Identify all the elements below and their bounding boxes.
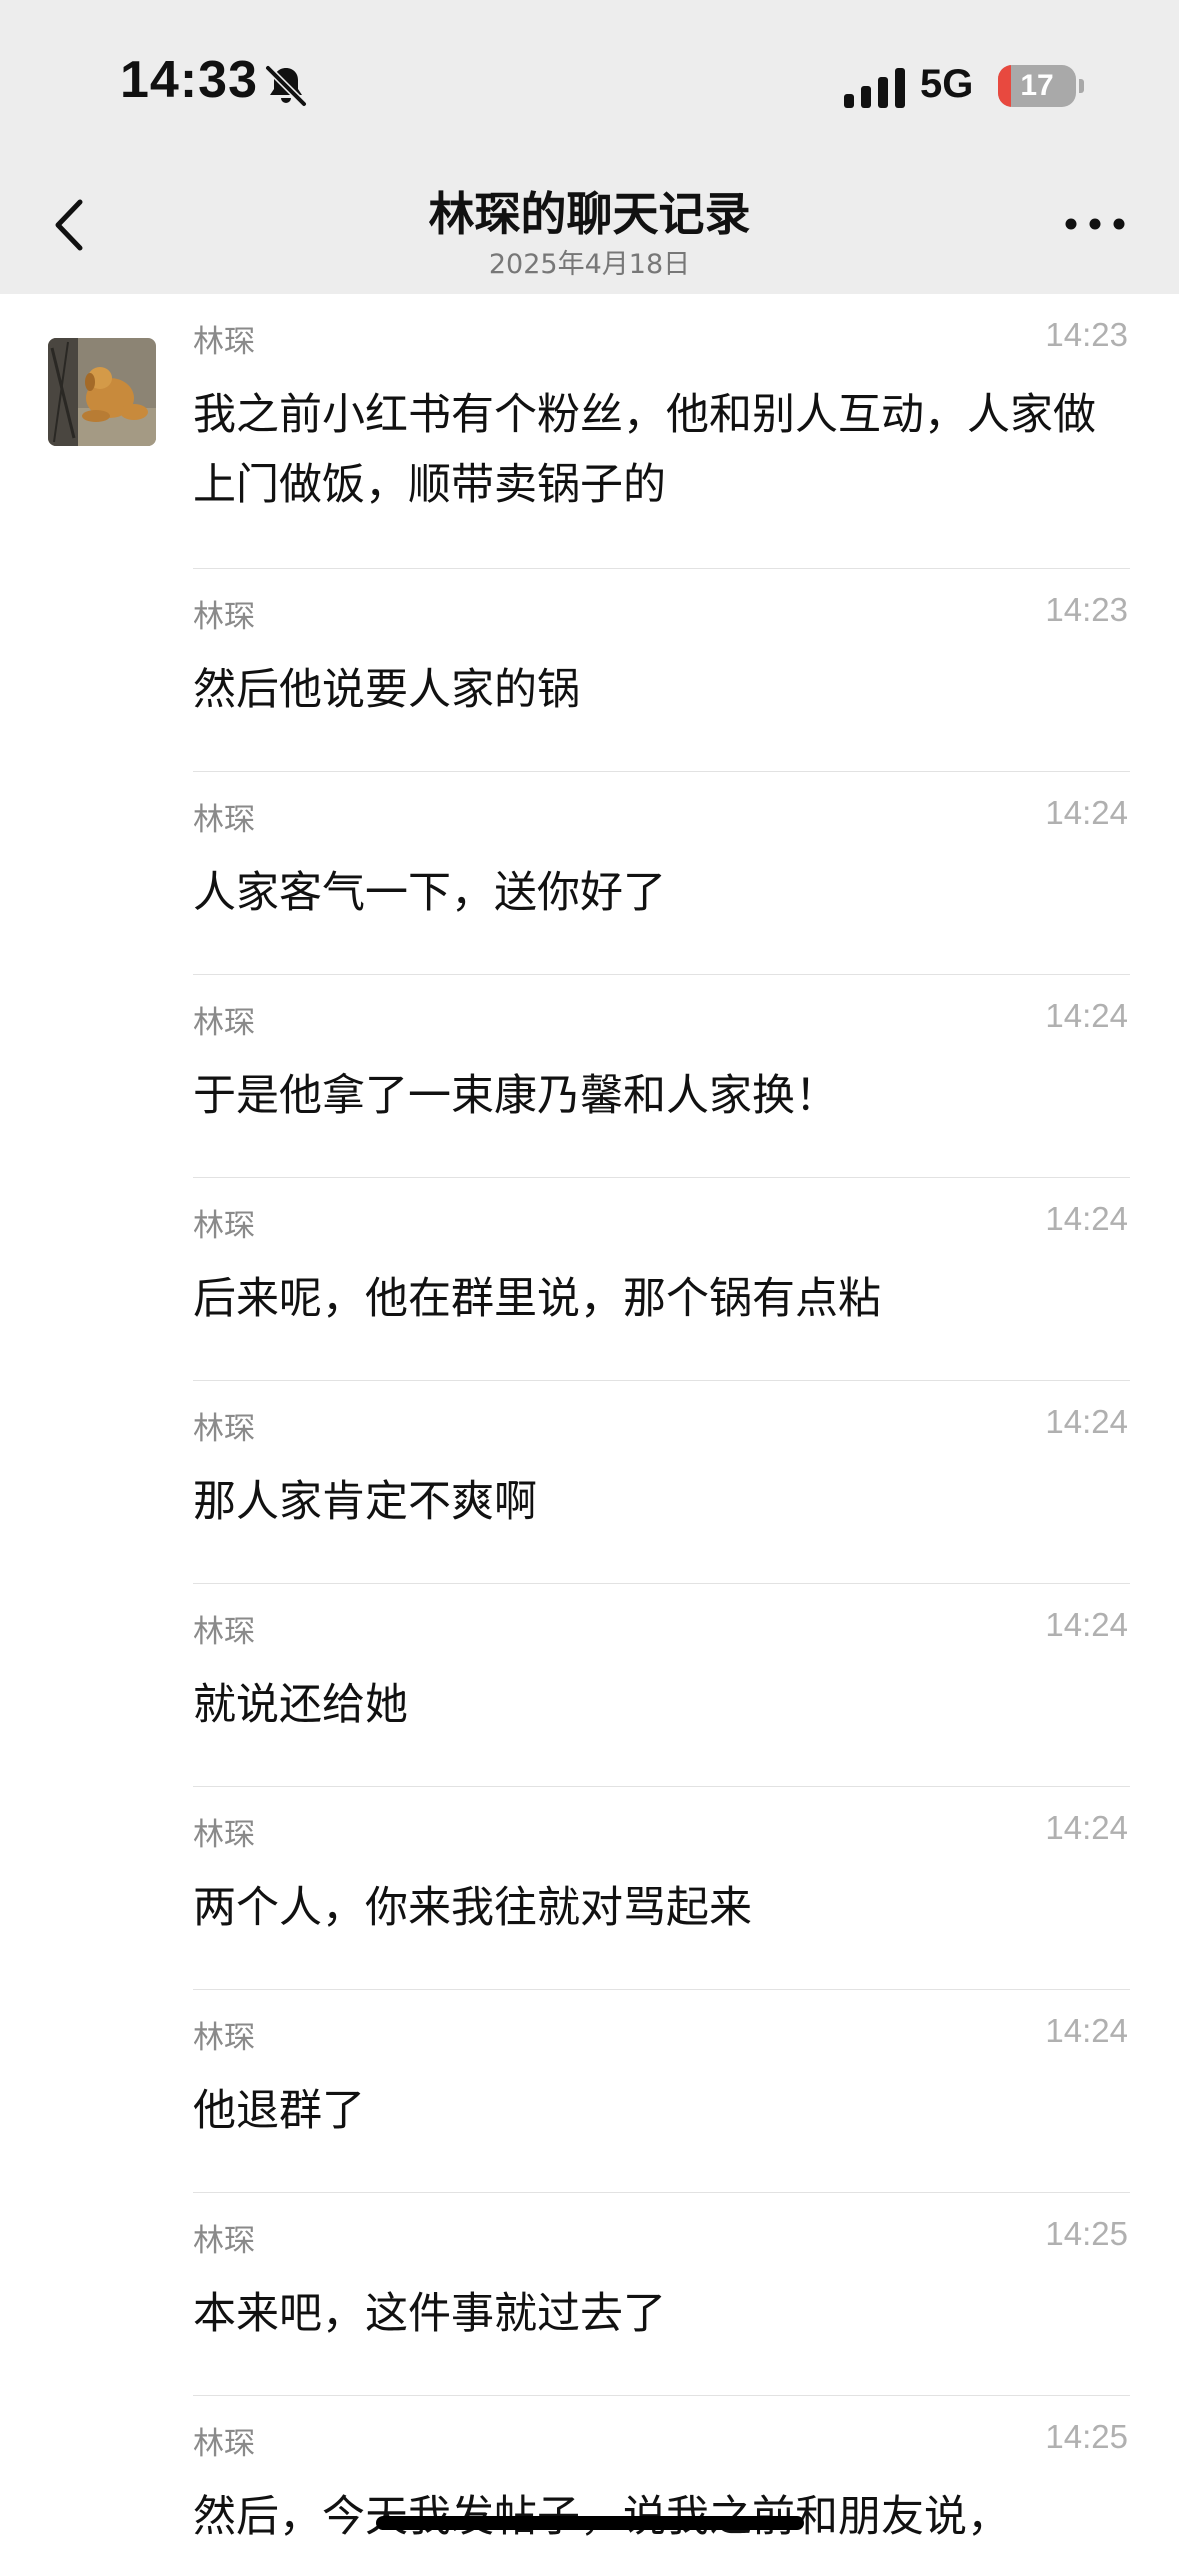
page-title: 林琛的聊天记录 [428, 187, 751, 241]
chat-message[interactable]: 林琛14:25然后，今天我发帖子，说我之前和朋友说， [193, 2396, 1130, 2556]
battery-cap [1079, 79, 1084, 93]
chat-message[interactable]: 林琛 14:24 后来呢，他在群里说，那个锅有点粘 [193, 1178, 1130, 1381]
chat-message[interactable]: 林琛 14:23 然后他说要人家的锅 [193, 569, 1130, 772]
message-text: 我之前小红书有个粉丝，他和别人互动，人家做上门做饭，顺带卖锅子的 [193, 390, 1096, 510]
cellular-signal-icon [844, 68, 905, 108]
message-time: 14:24 [1045, 997, 1128, 1034]
message-text: 两个人，你来我往就对骂起来 [193, 1883, 752, 1933]
message-text: 那人家肯定不爽啊 [193, 1477, 537, 1527]
message-sender: 林琛 [193, 2426, 255, 2462]
message-text: 人家客气一下，送你好了 [193, 868, 666, 918]
dog-photo-avatar [48, 338, 156, 446]
message-time: 14:24 [1045, 1606, 1128, 1643]
message-text: 他退群了 [193, 2086, 365, 2136]
message-sender: 林琛 [193, 2020, 255, 2056]
message-sender: 林琛 [193, 324, 255, 360]
message-sender: 林琛 [193, 599, 255, 635]
battery-indicator: 17 [998, 65, 1076, 107]
more-dots-icon[interactable] [1060, 204, 1130, 244]
battery-level: 17 [1020, 69, 1054, 102]
message-text: 于是他拿了一束康乃馨和人家换！ [193, 1071, 838, 1121]
bell-slash-icon [264, 64, 308, 108]
status-bar: 14:33 5G 17 [0, 0, 1179, 160]
page-subtitle-date: 2025年4月18日 [488, 249, 691, 280]
message-sender: 林琛 [193, 1817, 255, 1853]
message-sender: 林琛 [193, 802, 255, 838]
network-type: 5G [920, 62, 974, 106]
message-sender: 林琛 [193, 1208, 255, 1244]
chat-record-list[interactable]: 林琛 14:23 我之前小红书有个粉丝，他和别人互动，人家做上门做饭，顺带卖锅子的林… [0, 294, 1179, 2556]
chat-message[interactable]: 林琛 14:24 那人家肯定不爽啊 [193, 1381, 1130, 1584]
home-indicator[interactable] [376, 2516, 804, 2530]
message-sender: 林琛 [193, 1005, 255, 1041]
sender-avatar[interactable] [48, 338, 156, 446]
message-time: 14:23 [1045, 591, 1128, 628]
chat-message[interactable]: 林琛 14:24 于是他拿了一束康乃馨和人家换！ [193, 975, 1130, 1178]
message-text: 本来吧，这件事就过去了 [193, 2289, 666, 2339]
message-text: 就说还给她 [193, 1680, 408, 1730]
message-time: 14:25 [1045, 2418, 1128, 2455]
message-time: 14:24 [1045, 1403, 1128, 1440]
chat-message[interactable]: 林琛 14:24 就说还给她 [193, 1584, 1130, 1787]
nav-bar: 林琛的聊天记录 2025年4月18日 [0, 160, 1179, 294]
message-time: 14:24 [1045, 1809, 1128, 1846]
chat-message[interactable]: 林琛 14:24 人家客气一下，送你好了 [193, 772, 1130, 975]
chat-message[interactable]: 林琛 14:25 本来吧，这件事就过去了 [193, 2193, 1130, 2396]
message-text: 然后他说要人家的锅 [193, 665, 580, 715]
message-sender: 林琛 [193, 1614, 255, 1650]
message-text: 后来呢，他在群里说，那个锅有点粘 [193, 1274, 881, 1324]
message-time: 14:23 [1045, 316, 1128, 353]
message-time: 14:24 [1045, 1200, 1128, 1237]
status-time: 14:33 [120, 51, 258, 109]
message-sender: 林琛 [193, 2223, 255, 2259]
chat-message[interactable]: 林琛 14:24 他退群了 [193, 1990, 1130, 2193]
message-sender: 林琛 [193, 1411, 255, 1447]
message-time: 14:24 [1045, 2012, 1128, 2049]
chat-message[interactable]: 林琛 14:24 两个人，你来我往就对骂起来 [193, 1787, 1130, 1990]
chat-message[interactable]: 林琛 14:23 我之前小红书有个粉丝，他和别人互动，人家做上门做饭，顺带卖锅子的 [193, 294, 1130, 569]
message-time: 14:24 [1045, 794, 1128, 831]
message-time: 14:25 [1045, 2215, 1128, 2252]
